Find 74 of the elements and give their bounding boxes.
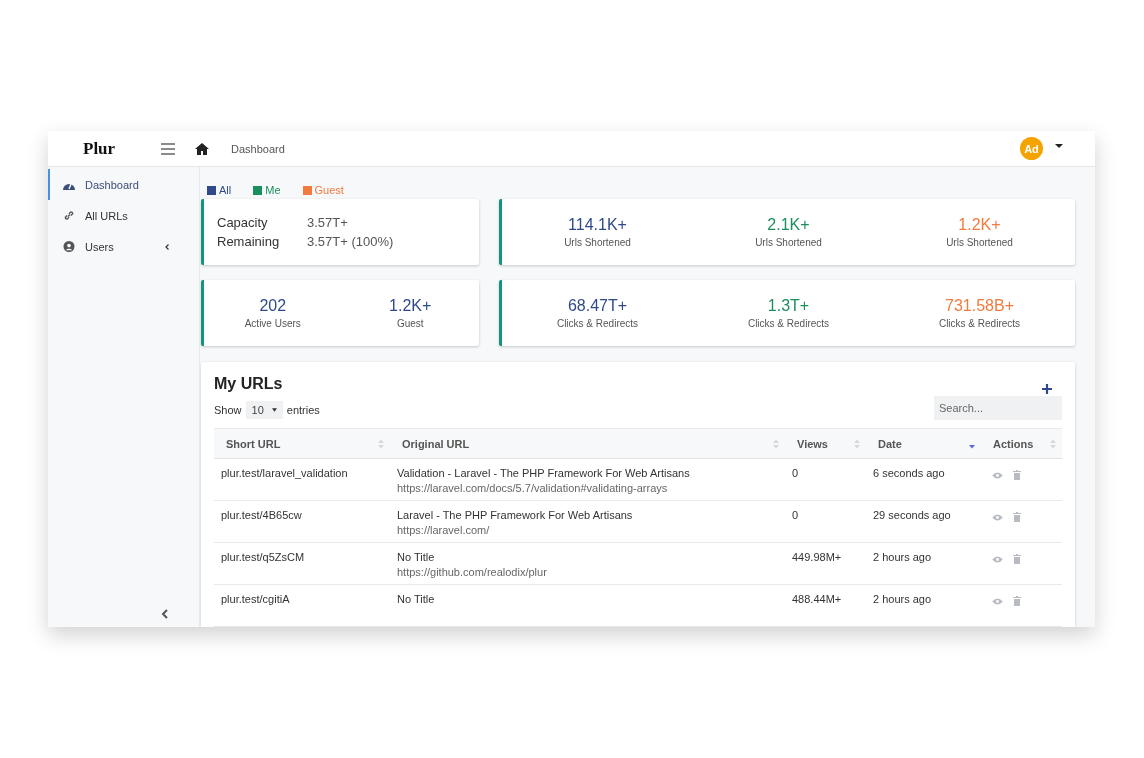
- page-title: Validation - Laravel - The PHP Framework For Web Artisans: [397, 467, 691, 479]
- column-header[interactable]: Date: [866, 428, 981, 459]
- caret-icon[interactable]: [1055, 143, 1063, 148]
- stat-value: 1.3T+: [767, 297, 810, 315]
- stat-value: 731.58B+: [945, 297, 1014, 315]
- table-cell: plur.test/cgitiA: [214, 584, 390, 627]
- stat-label: Clicks & Redirects: [938, 318, 1021, 329]
- table-cell: 29 seconds ago: [866, 500, 981, 543]
- caret-icon: [271, 408, 277, 412]
- stat-value: 3.57T+ (100%): [307, 234, 395, 249]
- table-cell: plur.test/q5ZsCM: [214, 542, 390, 585]
- menu-icon[interactable]: [161, 142, 175, 155]
- view-icon[interactable]: [992, 513, 1003, 521]
- table-cell: 0: [785, 500, 866, 543]
- column-header[interactable]: Short URL: [214, 428, 390, 459]
- stat-value: 202: [259, 297, 287, 315]
- column-header[interactable]: Actions: [981, 428, 1062, 459]
- stat-label: Urls Shortened: [564, 237, 631, 248]
- stat-label: Capacity: [217, 215, 269, 230]
- stat-label: Active Users: [244, 318, 301, 329]
- stat-value: 2.1K+: [767, 216, 810, 234]
- sidebar-item[interactable]: Users: [48, 231, 199, 262]
- table-cell: plur.test/laravel_validation: [214, 458, 390, 501]
- home-icon[interactable]: [195, 142, 209, 155]
- trash-icon[interactable]: [1013, 554, 1021, 564]
- view-icon[interactable]: [992, 555, 1003, 563]
- column-header[interactable]: Original URL: [390, 428, 785, 459]
- column-header[interactable]: Views: [785, 428, 866, 459]
- show-label: Show: [214, 404, 242, 416]
- stat-label: Guest: [396, 318, 424, 329]
- original-url: https://github.com/realodix/plur: [397, 566, 548, 578]
- stat-label: Clicks & Redirects: [747, 318, 830, 329]
- page-title: No Title: [397, 551, 436, 563]
- view-icon[interactable]: [992, 597, 1003, 605]
- user-icon: [63, 241, 75, 252]
- link-icon: [63, 210, 75, 221]
- view-icon[interactable]: [992, 471, 1003, 479]
- sidebar-item[interactable]: All URLs: [48, 200, 199, 231]
- search-field[interactable]: Search...: [934, 396, 1062, 420]
- stat-value: 114.1K+: [568, 216, 627, 234]
- stat-label: Urls Shortened: [755, 237, 822, 248]
- sidebar-item[interactable]: Dashboard: [48, 169, 199, 200]
- stat-label: Clicks & Redirects: [556, 318, 639, 329]
- card-title: My URLs: [214, 375, 283, 393]
- original-url: https://laravel.com/docs/5.7/validation#validating-arrays: [397, 482, 669, 494]
- legend-label: Me: [265, 184, 281, 196]
- chevron-icon: [165, 243, 169, 250]
- original-url: https://laravel.com/: [397, 524, 491, 536]
- stat-value: 3.57T+: [307, 215, 349, 230]
- trash-icon[interactable]: [1013, 512, 1021, 522]
- add-icon[interactable]: [1042, 384, 1052, 394]
- page-size-select[interactable]: 10: [245, 401, 283, 419]
- table-cell: 0: [785, 458, 866, 501]
- collapse-icon[interactable]: [161, 609, 168, 619]
- page-title: Laravel - The PHP Framework For Web Artisans: [397, 509, 634, 521]
- stat-value: 1.2K+: [389, 297, 432, 315]
- trash-icon[interactable]: [1013, 596, 1021, 606]
- entries-label: entries: [286, 404, 320, 416]
- trash-icon[interactable]: [1013, 470, 1021, 480]
- stat-label: Urls Shortened: [946, 237, 1013, 248]
- table-cell: 449.98M+: [785, 542, 866, 585]
- legend-label: All: [219, 184, 232, 196]
- legend-label: Guest: [314, 184, 344, 196]
- table-cell: 2 hours ago: [866, 584, 981, 627]
- table-cell: 6 seconds ago: [866, 458, 981, 501]
- table-cell: plur.test/4B65cw: [214, 500, 390, 543]
- page-title: No Title: [397, 593, 436, 605]
- breadcrumb[interactable]: Dashboard: [231, 142, 285, 155]
- brand-logo[interactable]: Plur: [83, 138, 161, 159]
- table-cell: 488.44M+: [785, 584, 866, 627]
- stat-label: Remaining: [217, 234, 281, 249]
- stat-value: 68.47T+: [567, 297, 628, 315]
- stat-value: 1.2K+: [958, 216, 1001, 234]
- table-cell: 2 hours ago: [866, 542, 981, 585]
